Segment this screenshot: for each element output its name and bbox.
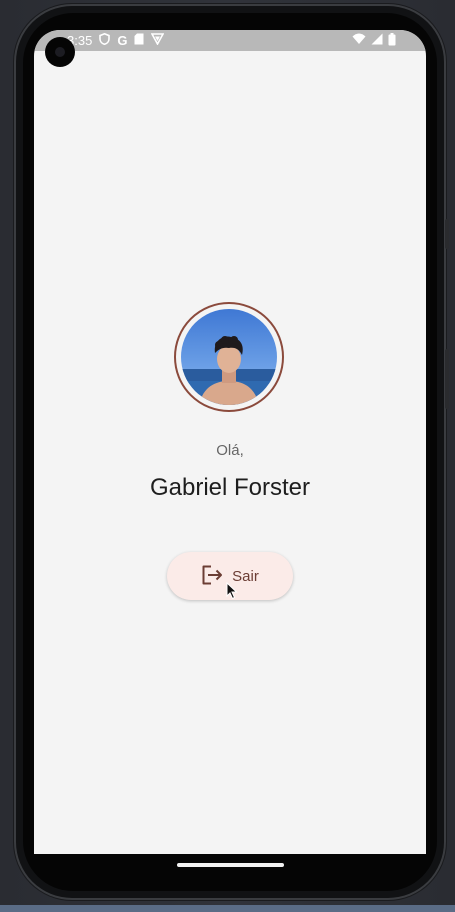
power-button bbox=[445, 349, 449, 409]
greeting-text: Olá, bbox=[216, 442, 244, 459]
user-name: Gabriel Forster bbox=[149, 474, 311, 501]
home-indicator[interactable] bbox=[177, 863, 284, 867]
volume-button bbox=[445, 219, 449, 249]
logout-icon bbox=[201, 565, 223, 588]
avatar bbox=[181, 309, 277, 405]
navigation-bar bbox=[34, 854, 426, 886]
profile-content: Olá, Gabriel Forster Sair bbox=[34, 30, 426, 854]
desktop-background: 3:35 G Olá, Gabriel Forster Sair bbox=[0, 0, 455, 912]
app-screen: 3:35 G Olá, Gabriel Forster Sair bbox=[34, 30, 426, 854]
mouse-cursor-icon bbox=[226, 581, 238, 605]
front-camera bbox=[45, 37, 75, 67]
taskbar-strip bbox=[0, 905, 455, 912]
avatar-ring bbox=[174, 302, 284, 412]
